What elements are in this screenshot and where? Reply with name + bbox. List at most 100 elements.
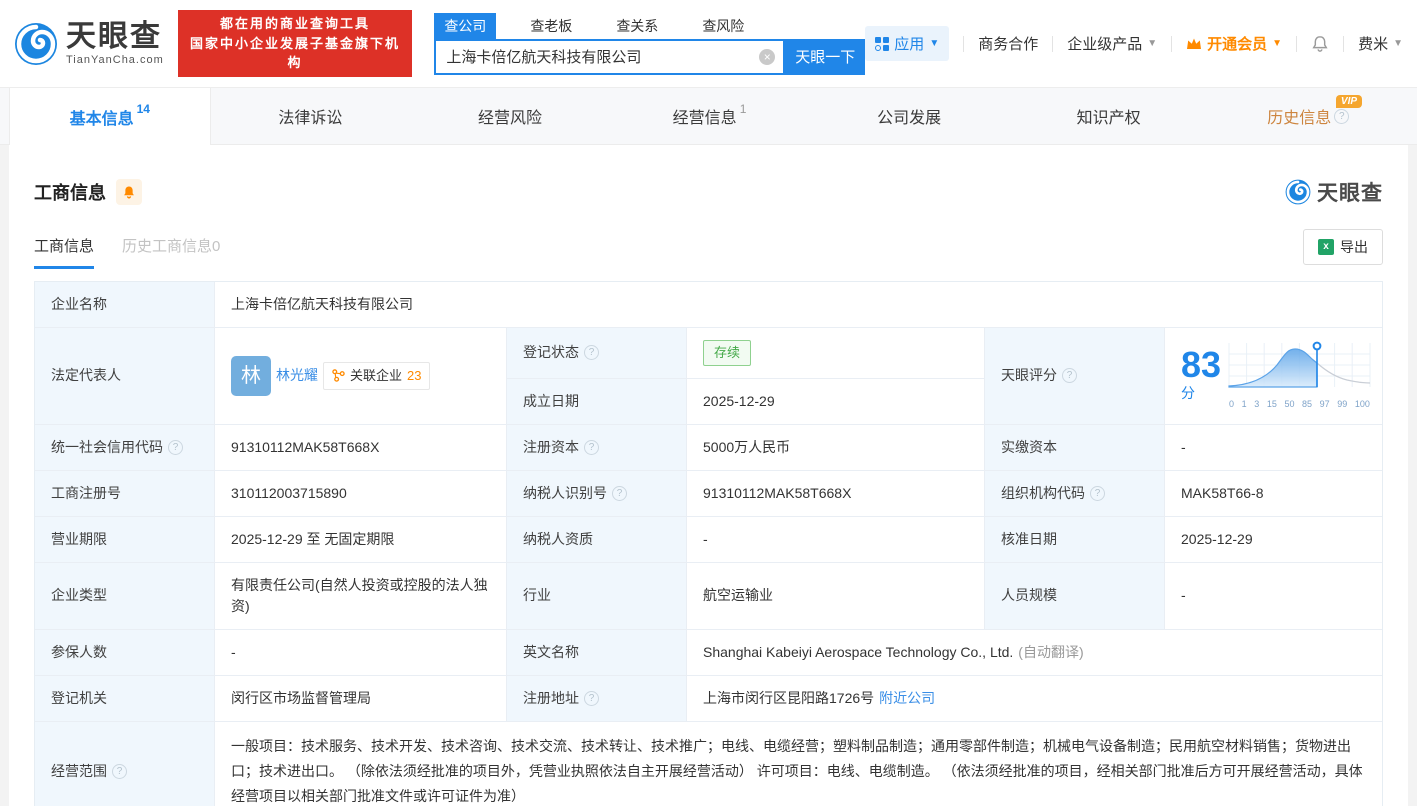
bell-icon — [122, 185, 136, 200]
slogan-line2: 国家中小企业发展子基金旗下机构 — [188, 34, 403, 73]
search-tab-risk[interactable]: 查风险 — [692, 13, 754, 39]
score-unit: 分 — [1181, 385, 1195, 401]
subtab-history-info[interactable]: 历史工商信息0 — [122, 235, 220, 269]
field-label: 人员规模 — [985, 563, 1165, 630]
search-tab-relation[interactable]: 查关系 — [606, 13, 668, 39]
search-box: × — [434, 39, 785, 75]
tianyancha-logo-icon — [14, 22, 58, 66]
excel-icon: x — [1318, 239, 1334, 255]
top-nav: 应用 ▼ 商务合作 企业级产品 ▼ 开通会员 ▼ 费米 — [865, 26, 1403, 61]
field-label: 参保人数 — [35, 630, 215, 676]
business-info-table: 企业名称 上海卡倍亿航天科技有限公司 法定代表人 林 林光耀 关联企业 23 登… — [34, 281, 1383, 806]
field-label-text: 经营范围 — [51, 761, 107, 782]
field-label: 统一社会信用代码 ? — [35, 425, 215, 471]
page-body: 工商信息 天眼查 工商信息 历史工商信息0 x 导出 企业名称 上海卡 — [0, 145, 1417, 806]
nav-apps[interactable]: 应用 ▼ — [865, 26, 949, 61]
related-companies-badge[interactable]: 关联企业 23 — [323, 362, 430, 390]
monitor-bell-button[interactable] — [116, 179, 142, 205]
subtabs: 工商信息 历史工商信息0 — [34, 235, 220, 269]
help-icon[interactable]: ? — [1090, 486, 1105, 501]
export-label: 导出 — [1340, 237, 1368, 257]
help-icon[interactable]: ? — [112, 764, 127, 779]
tab-history-info[interactable]: VIP 历史信息 ? — [1208, 88, 1408, 144]
approval-date-value: 2025-12-29 — [1165, 517, 1382, 563]
nearby-companies-link[interactable]: 附近公司 — [879, 688, 935, 709]
field-label-text: 注册地址 — [523, 688, 579, 709]
nav-cooperation[interactable]: 商务合作 — [978, 33, 1038, 54]
industry-value: 航空运输业 — [687, 563, 985, 630]
field-label: 注册地址 ? — [507, 676, 687, 722]
clear-search-icon[interactable]: × — [759, 49, 775, 65]
field-label: 登记机关 — [35, 676, 215, 722]
vip-badge: VIP — [1336, 95, 1362, 108]
search-tab-boss[interactable]: 查老板 — [520, 13, 582, 39]
field-label: 企业名称 — [35, 282, 215, 328]
help-icon[interactable]: ? — [584, 691, 599, 706]
search-button[interactable]: 天眼一下 — [785, 39, 865, 75]
nav-enterprise[interactable]: 企业级产品 ▼ — [1067, 33, 1157, 54]
field-label: 营业期限 — [35, 517, 215, 563]
business-scope-value: 一般项目：技术服务、技术开发、技术咨询、技术交流、技术转让、技术推广；电线、电缆… — [215, 722, 1382, 806]
help-icon[interactable]: ? — [612, 486, 627, 501]
section-title: 工商信息 — [34, 179, 106, 205]
tab-count: 1 — [740, 102, 747, 116]
tianyancha-logo[interactable]: 天眼查 TianYanCha.com — [14, 22, 164, 66]
status-date-subtable: 登记状态 ? 存续 成立日期 2025-12-29 — [507, 328, 985, 425]
org-code-value: MAK58T66-8 — [1165, 471, 1382, 517]
related-companies-icon — [332, 369, 345, 382]
avatar[interactable]: 林 — [231, 356, 271, 396]
field-label-text: 注册资本 — [523, 437, 579, 458]
tianyancha-logo-icon — [1285, 179, 1311, 205]
establish-date-value: 2025-12-29 — [687, 379, 984, 424]
field-label: 法定代表人 — [35, 328, 215, 425]
subtab-current-info[interactable]: 工商信息 — [34, 235, 94, 269]
tab-basic-info[interactable]: 基本信息 14 — [9, 88, 211, 145]
search-area: 查公司 查老板 查关系 查风险 × 天眼一下 — [434, 13, 865, 75]
notifications-button[interactable] — [1311, 35, 1329, 53]
watermark-logo: 天眼查 — [1285, 177, 1383, 207]
field-label: 纳税人识别号 ? — [507, 471, 687, 517]
tyc-score-value: 83 分 — [1165, 328, 1382, 425]
field-label: 组织机构代码 ? — [985, 471, 1165, 517]
divider — [1343, 36, 1344, 52]
company-section-tabs: 基本信息 14 法律诉讼 经营风险 经营信息 1 公司发展 知识产权 VIP 历… — [0, 88, 1417, 145]
tab-company-development[interactable]: 公司发展 — [809, 88, 1009, 144]
field-label: 企业类型 — [35, 563, 215, 630]
tab-label: 历史信息 — [1267, 104, 1331, 128]
field-label: 英文名称 — [507, 630, 687, 676]
tab-operation-info[interactable]: 经营信息 1 — [610, 88, 810, 144]
auto-translate-note: (自动翻译) — [1018, 642, 1083, 663]
user-menu[interactable]: 费米 ▼ — [1358, 33, 1403, 54]
crown-icon — [1186, 37, 1202, 51]
field-label-text: 组织机构代码 — [1001, 483, 1085, 504]
legal-rep-link[interactable]: 林光耀 — [276, 365, 318, 386]
english-name-value: Shanghai Kabeiyi Aerospace Technology Co… — [687, 630, 1382, 676]
nav-vip-label: 开通会员 — [1207, 33, 1267, 54]
field-label: 核准日期 — [985, 517, 1165, 563]
credit-code-value: 91310112MAK58T668X — [215, 425, 507, 471]
related-companies-label: 关联企业 — [350, 366, 402, 386]
nav-vip[interactable]: 开通会员 ▼ — [1186, 33, 1282, 54]
nav-cooperation-label: 商务合作 — [978, 33, 1038, 54]
help-icon[interactable]: ? — [584, 345, 599, 360]
tab-legal-litigation[interactable]: 法律诉讼 — [211, 88, 411, 144]
apps-grid-icon — [875, 37, 889, 51]
field-label: 登记状态 ? — [507, 328, 687, 379]
reg-number-value: 310112003715890 — [215, 471, 507, 517]
help-icon[interactable]: ? — [1334, 109, 1349, 124]
field-label-text: 登记状态 — [523, 342, 579, 363]
help-icon[interactable]: ? — [168, 440, 183, 455]
search-tab-company[interactable]: 查公司 — [434, 13, 496, 39]
search-input[interactable] — [446, 48, 759, 65]
score-number: 83 — [1181, 344, 1221, 385]
tab-operation-risk[interactable]: 经营风险 — [410, 88, 610, 144]
tab-intellectual-property[interactable]: 知识产权 — [1009, 88, 1209, 144]
staff-size-value: - — [1165, 563, 1382, 630]
help-icon[interactable]: ? — [1062, 368, 1077, 383]
export-button[interactable]: x 导出 — [1303, 229, 1383, 265]
help-icon[interactable]: ? — [584, 440, 599, 455]
tab-label: 经营信息 — [673, 104, 737, 128]
reg-address-value: 上海市闵行区昆阳路1726号 附近公司 — [687, 676, 1382, 722]
company-type-value: 有限责任公司(自然人投资或控股的法人独资) — [215, 563, 507, 630]
taxpayer-id-value: 91310112MAK58T668X — [687, 471, 985, 517]
